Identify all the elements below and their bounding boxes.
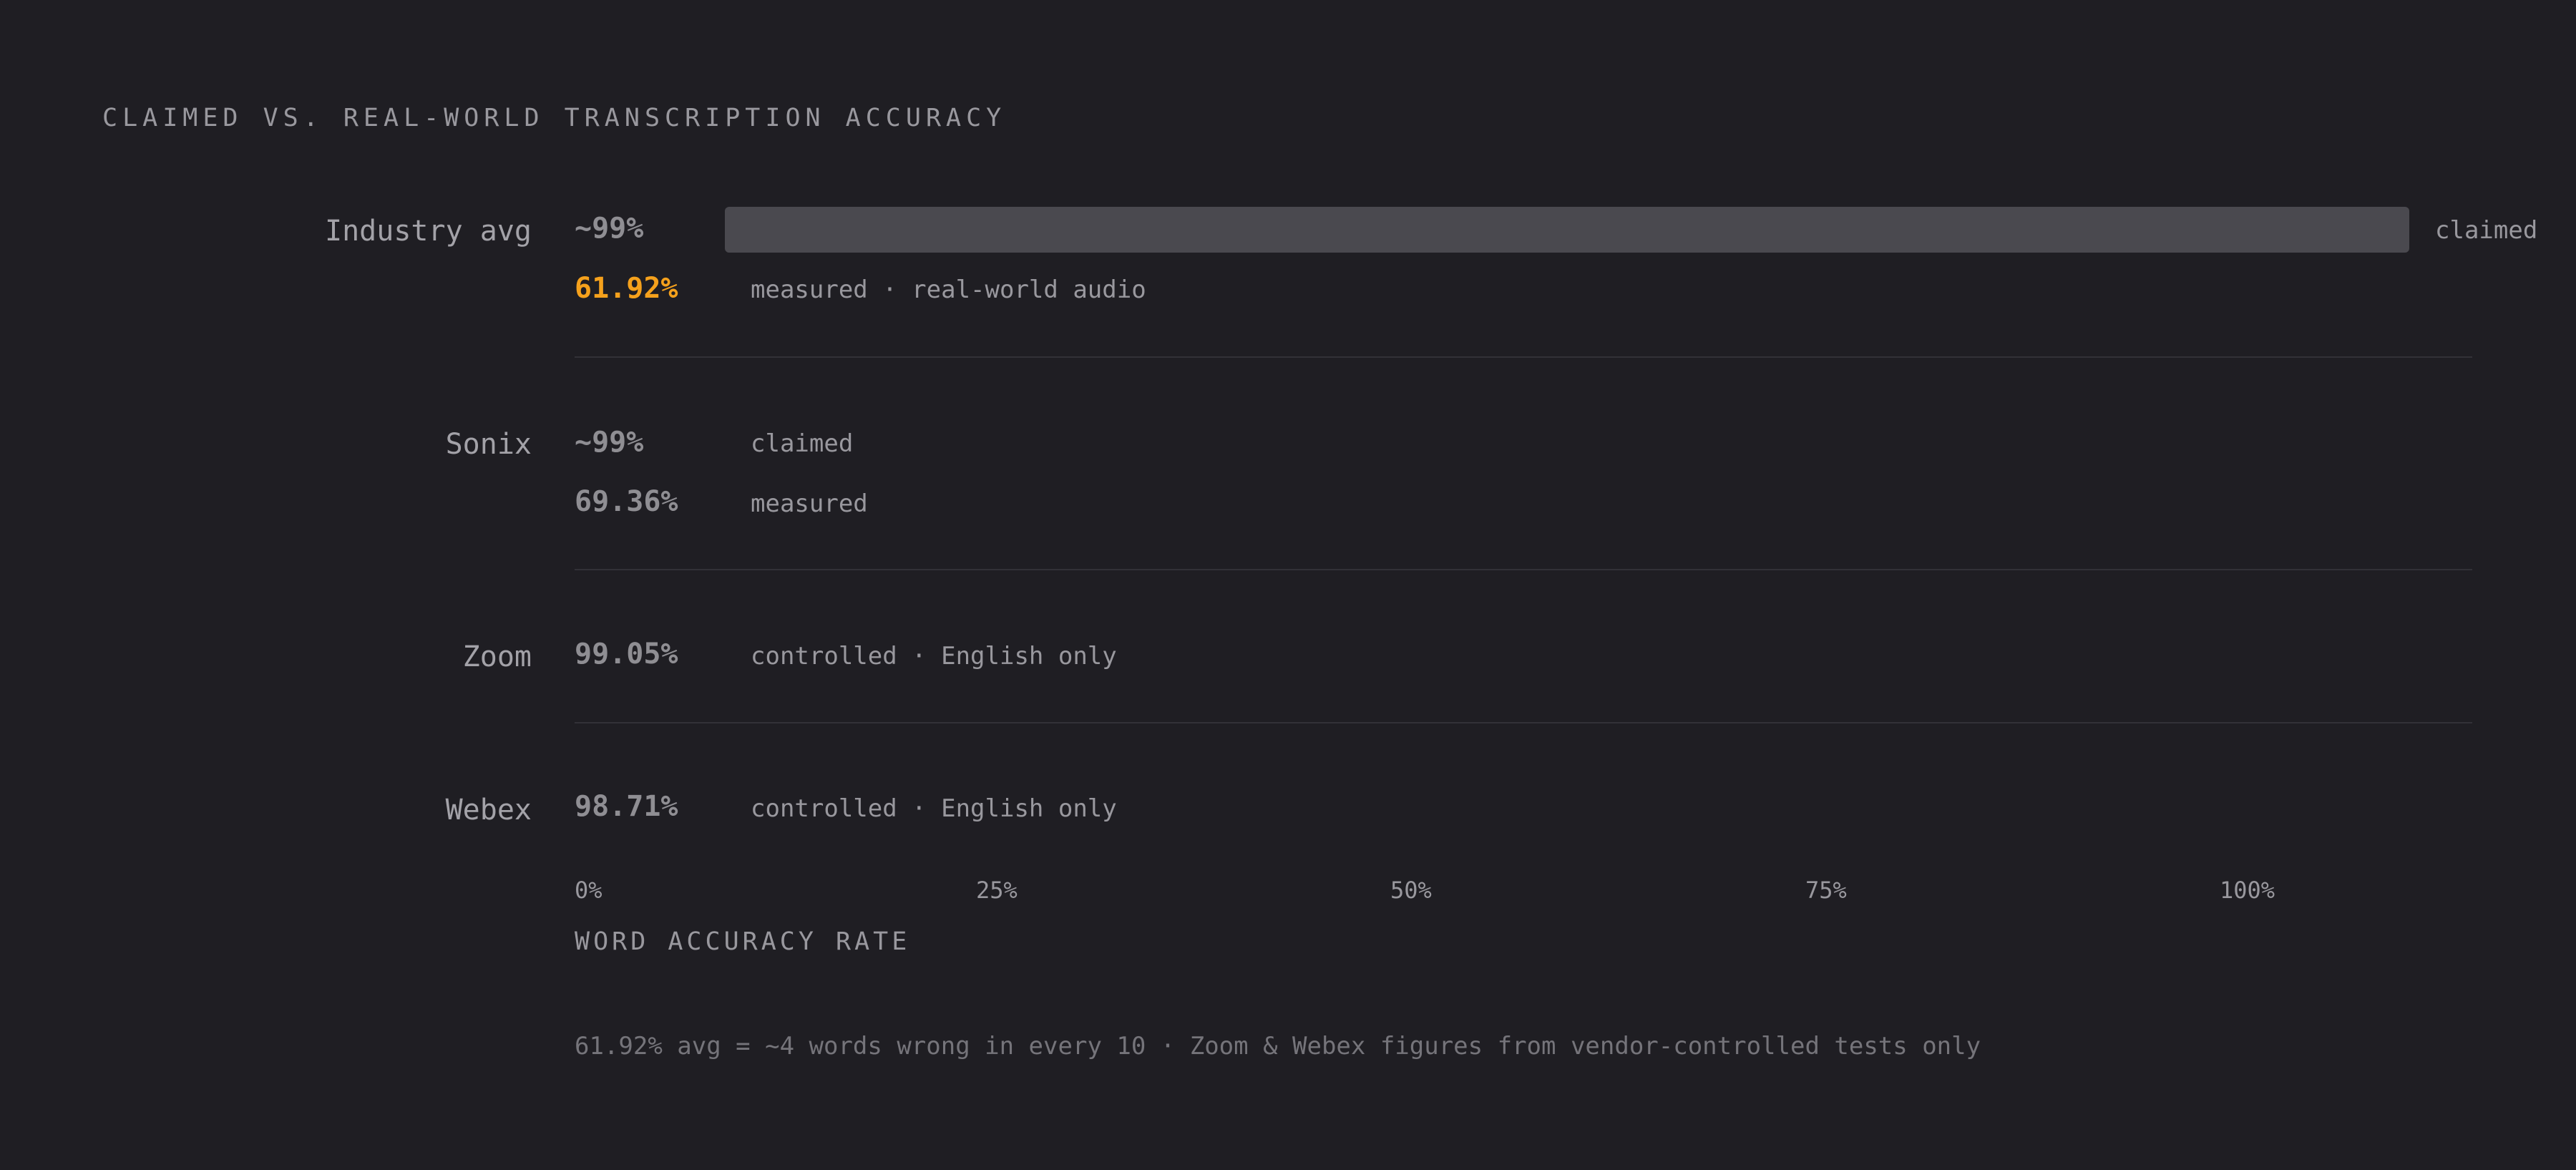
- row-label-industry-avg: Industry avg: [325, 215, 532, 248]
- row-label-webex: Webex: [445, 794, 532, 827]
- row-label-zoom: Zoom: [462, 640, 532, 673]
- footnote: 61.92% avg = ~4 words wrong in every 10 …: [575, 1032, 1981, 1061]
- sonix-claimed-note: claimed: [751, 429, 854, 458]
- sonix-claimed-value: ~99%: [575, 426, 644, 459]
- x-tick-label: 25%: [976, 877, 1018, 904]
- row-divider: [575, 722, 2472, 723]
- x-tick-label: 50%: [1390, 877, 1432, 904]
- x-tick-label: 0%: [575, 877, 602, 904]
- industry-avg-claimed-bar: [725, 207, 2409, 253]
- industry-avg-measured-value: 61.92%: [575, 272, 678, 305]
- sonix-measured-note: measured: [751, 489, 868, 518]
- chart-page: CLAIMED VS. REAL-WORLD TRANSCRIPTION ACC…: [0, 0, 2576, 1170]
- chart-title: CLAIMED VS. REAL-WORLD TRANSCRIPTION ACC…: [102, 104, 1007, 132]
- row-divider: [575, 356, 2472, 358]
- zoom-value: 99.05%: [575, 638, 678, 671]
- webex-value: 98.71%: [575, 790, 678, 823]
- x-tick-label: 75%: [1805, 877, 1847, 904]
- webex-note: controlled · English only: [751, 794, 1117, 823]
- industry-avg-claimed-note: claimed: [2435, 216, 2538, 245]
- row-label-sonix: Sonix: [445, 428, 532, 461]
- x-tick-label: 100%: [2220, 877, 2275, 904]
- x-axis-title: WORD ACCURACY RATE: [575, 927, 911, 956]
- sonix-measured-value: 69.36%: [575, 485, 678, 518]
- row-divider: [575, 569, 2472, 570]
- industry-avg-measured-note: measured · real-world audio: [751, 276, 1146, 304]
- industry-avg-claimed-value: ~99%: [575, 212, 644, 245]
- zoom-note: controlled · English only: [751, 642, 1117, 671]
